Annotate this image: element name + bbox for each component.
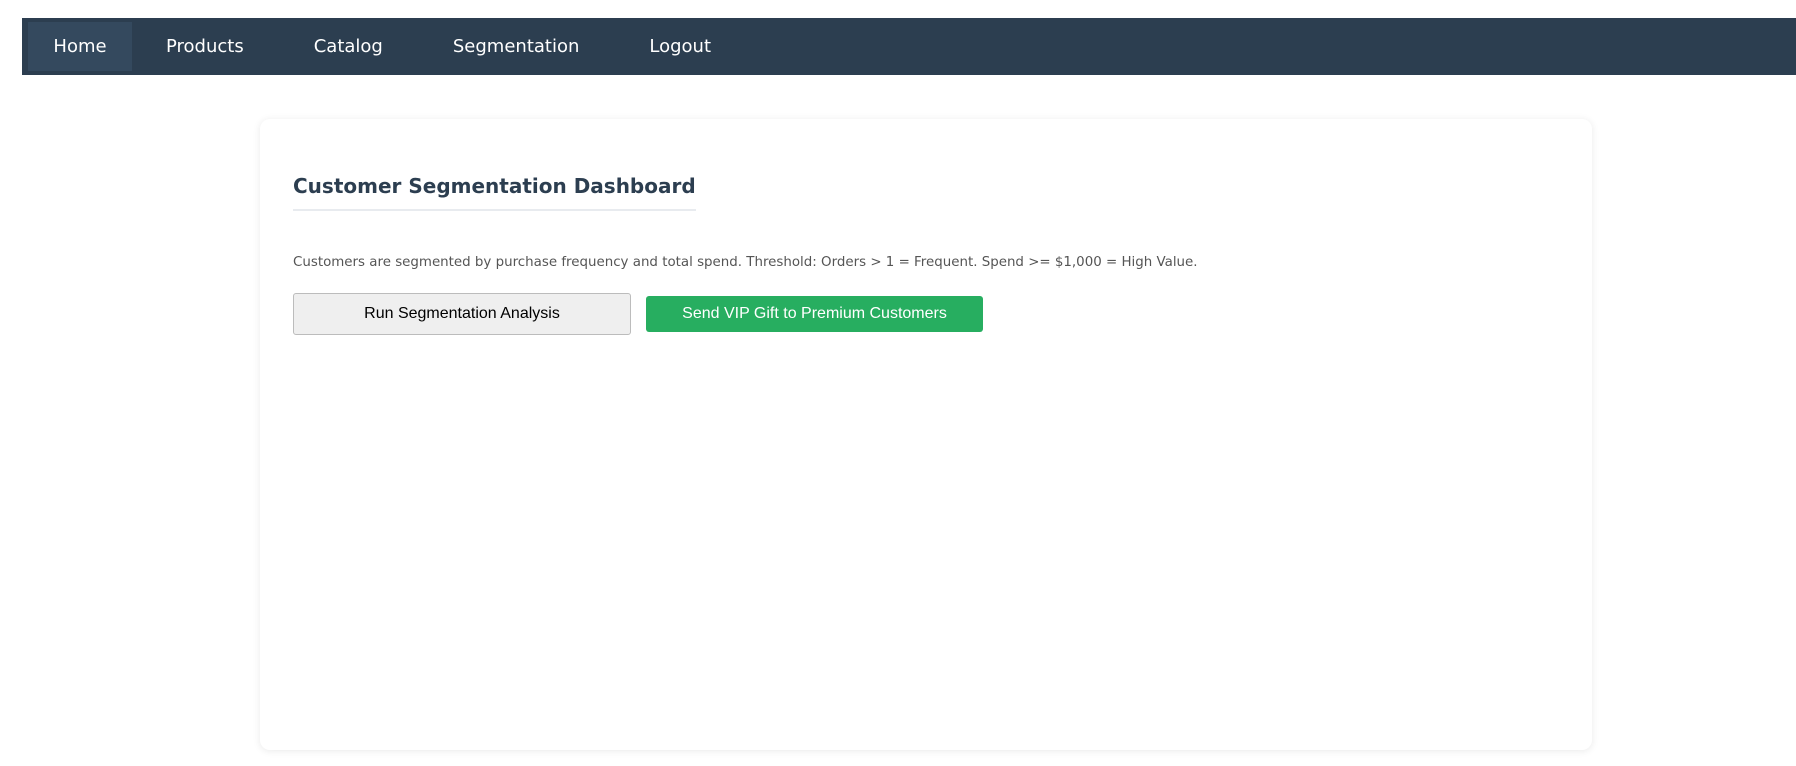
dashboard-card: Customer Segmentation Dashboard Customer… — [260, 119, 1592, 750]
nav-logout[interactable]: Logout — [621, 18, 739, 75]
segmentation-description: Customers are segmented by purchase freq… — [293, 255, 1198, 270]
send-vip-gift-button[interactable]: Send VIP Gift to Premium Customers — [646, 296, 983, 332]
nav-home[interactable]: Home — [28, 22, 132, 71]
run-segmentation-button[interactable]: Run Segmentation Analysis — [293, 293, 631, 335]
page-title: Customer Segmentation Dashboard — [293, 174, 696, 211]
nav-products[interactable]: Products — [138, 18, 272, 75]
top-navbar: Home Products Catalog Segmentation Logou… — [22, 18, 1796, 75]
nav-catalog[interactable]: Catalog — [286, 18, 411, 75]
nav-segmentation[interactable]: Segmentation — [425, 18, 608, 75]
